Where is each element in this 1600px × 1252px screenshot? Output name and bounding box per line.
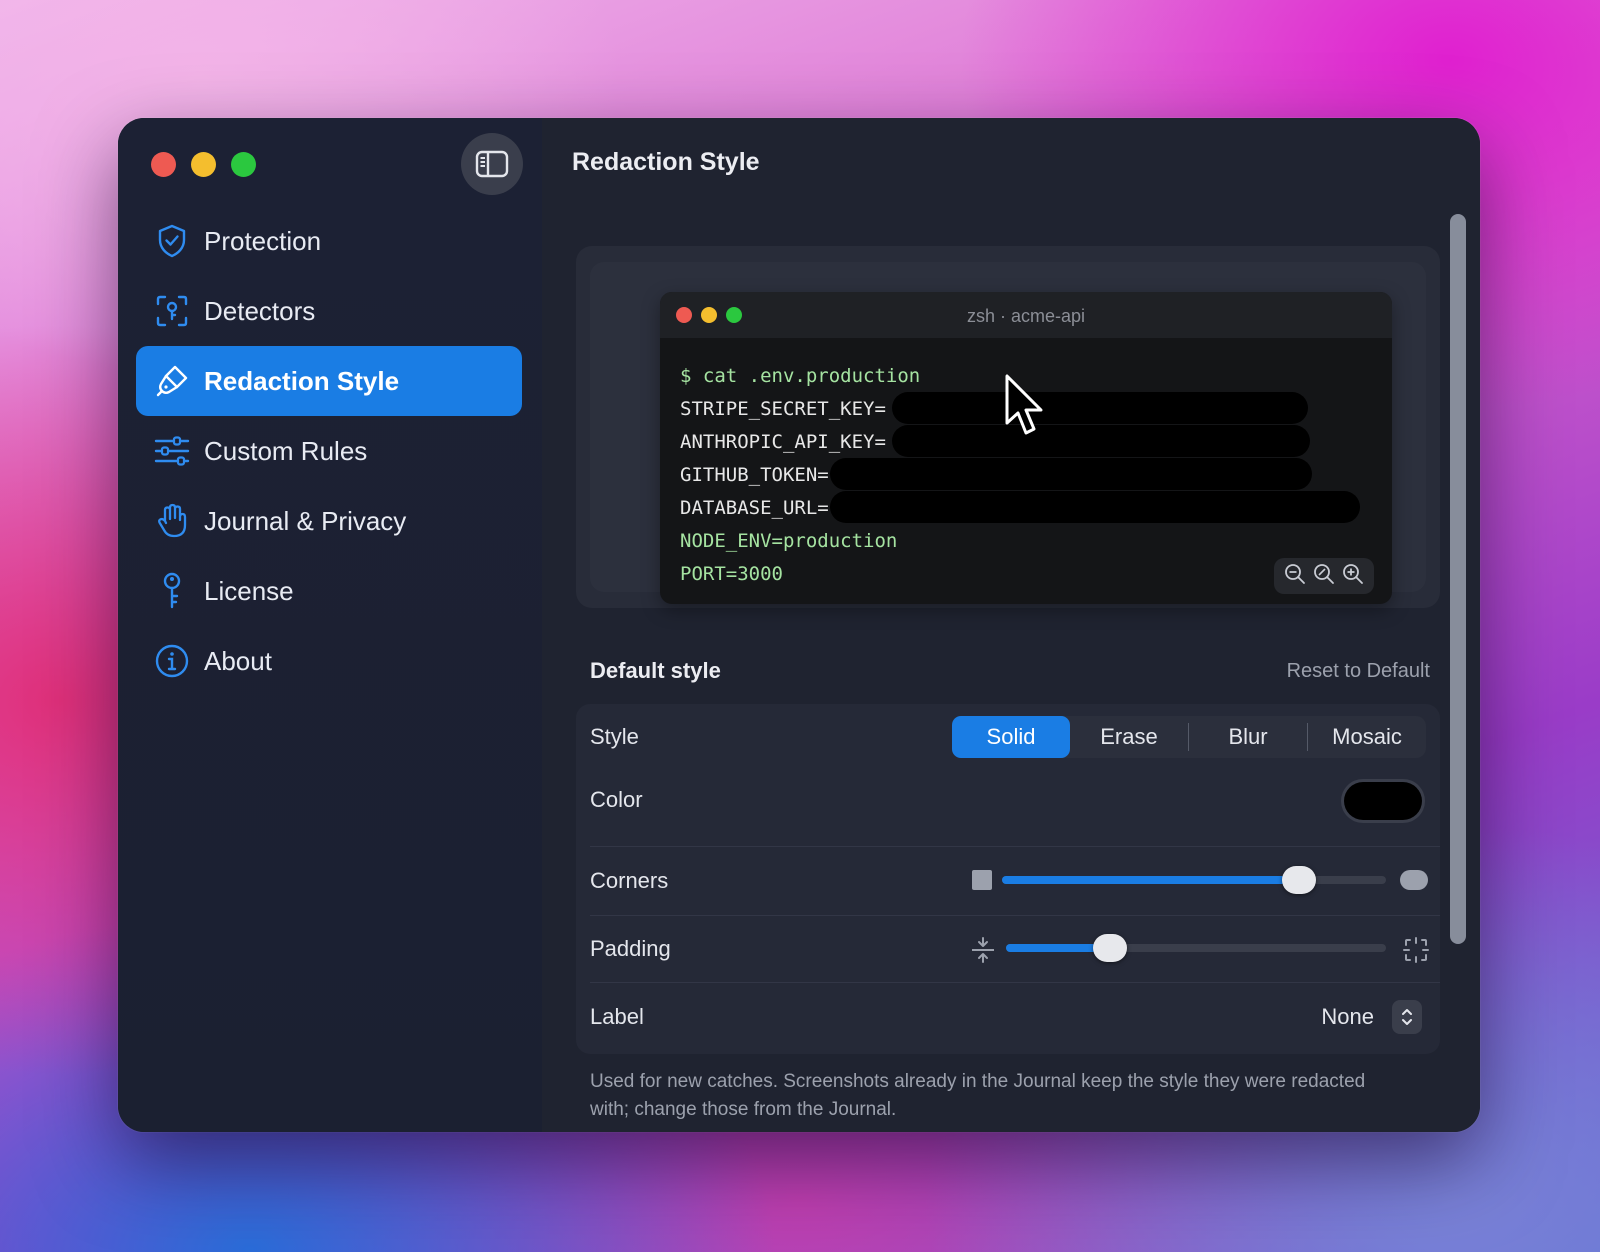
style-option-erase[interactable]: Erase xyxy=(1070,716,1188,758)
slider-thumb[interactable] xyxy=(1282,866,1316,894)
color-row: Color xyxy=(576,764,1440,836)
sidebar-item-license[interactable]: License xyxy=(136,556,522,626)
rounded-corner-icon xyxy=(1400,870,1428,890)
style-segmented-control: Solid Erase Blur Mosaic xyxy=(952,716,1426,758)
zoom-out-icon[interactable] xyxy=(1284,563,1306,590)
label-value: None xyxy=(1321,1004,1374,1029)
mouse-pointer-icon xyxy=(1004,373,1048,444)
zoom-controls xyxy=(1274,558,1374,594)
main-panel: Redaction Style zsh · acme-api $ cat .en… xyxy=(542,118,1480,1132)
page-title: Redaction Style xyxy=(572,148,760,176)
style-label: Style xyxy=(590,724,639,749)
redaction-box xyxy=(892,425,1310,457)
key-icon xyxy=(154,572,190,609)
sidebar-item-redaction-style[interactable]: Redaction Style xyxy=(136,346,522,416)
corners-slider[interactable] xyxy=(1002,860,1386,900)
settings-group: Style Solid Erase Blur Mosaic Color Corn… xyxy=(576,704,1440,1054)
sidebar-item-custom-rules[interactable]: Custom Rules xyxy=(136,416,522,486)
chevron-up-down-icon xyxy=(1392,1000,1422,1034)
corners-label: Corners xyxy=(590,868,669,893)
default-style-header: Default style Reset to Default xyxy=(590,658,1430,684)
sidebar-item-label: Redaction Style xyxy=(204,365,400,396)
padding-expand-icon xyxy=(1402,936,1430,969)
padding-tight-icon xyxy=(970,936,996,969)
padding-slider[interactable] xyxy=(1006,928,1386,968)
label-label: Label xyxy=(590,1004,644,1029)
redaction-box xyxy=(892,392,1308,424)
zoom-window-button[interactable] xyxy=(231,152,256,177)
slider-fill xyxy=(1002,876,1299,884)
color-well[interactable] xyxy=(1344,782,1422,820)
section-title: Default style xyxy=(590,658,721,683)
footnote-text: Used for new catches. Screenshots alread… xyxy=(590,1071,1366,1120)
padding-label: Padding xyxy=(590,936,671,961)
terminal-titlebar: zsh · acme-api xyxy=(660,292,1392,338)
square-corner-icon xyxy=(972,870,992,890)
color-label: Color xyxy=(590,787,643,812)
sidebar-item-label: Custom Rules xyxy=(204,435,368,466)
style-row: Style Solid Erase Blur Mosaic xyxy=(576,710,1440,764)
terminal-preview: zsh · acme-api $ cat .env.production STR… xyxy=(660,292,1392,604)
sidebar-item-protection[interactable]: Protection xyxy=(136,206,522,276)
reset-to-default-button[interactable]: Reset to Default xyxy=(1287,660,1430,683)
label-row: Label None xyxy=(576,983,1440,1051)
sidebar-toggle-button[interactable] xyxy=(461,133,523,195)
sidebar: Protection Detectors Redaction Style Cus… xyxy=(118,118,542,1132)
close-window-button[interactable] xyxy=(151,152,176,177)
sidebar-item-label: Journal & Privacy xyxy=(204,505,407,536)
sidebar-item-label: License xyxy=(204,575,294,606)
terminal-title: zsh · acme-api xyxy=(966,306,1086,326)
style-option-solid[interactable]: Solid xyxy=(952,716,1070,758)
sidebar-item-journal-privacy[interactable]: Journal & Privacy xyxy=(136,486,522,556)
redaction-box xyxy=(830,458,1312,490)
zoom-reset-icon[interactable] xyxy=(1313,563,1335,590)
style-option-mosaic[interactable]: Mosaic xyxy=(1308,716,1426,758)
sidebar-nav: Protection Detectors Redaction Style Cus… xyxy=(136,206,522,696)
sidebar-item-label: About xyxy=(204,645,272,676)
redaction-box xyxy=(830,491,1360,523)
shield-check-icon xyxy=(154,223,190,259)
paintbrush-icon xyxy=(154,363,190,399)
sliders-icon xyxy=(154,433,190,469)
zoom-in-icon[interactable] xyxy=(1342,563,1364,590)
sidebar-item-label: Protection xyxy=(204,225,322,256)
sidebar-item-detectors[interactable]: Detectors xyxy=(136,276,522,346)
scan-key-icon xyxy=(154,293,190,329)
info-icon xyxy=(154,643,190,679)
hand-icon xyxy=(154,503,190,539)
slider-thumb[interactable] xyxy=(1093,934,1127,962)
window-controls xyxy=(151,152,256,177)
label-popup-button[interactable]: None xyxy=(1321,1000,1422,1034)
sidebar-item-label: Detectors xyxy=(204,295,316,326)
terminal-line: NODE_ENV=production xyxy=(680,530,898,552)
sidebar-toggle-icon xyxy=(475,150,509,178)
style-option-blur[interactable]: Blur xyxy=(1189,716,1307,758)
app-window: Protection Detectors Redaction Style Cus… xyxy=(118,118,1480,1132)
sidebar-item-about[interactable]: About xyxy=(136,626,522,696)
scrollbar[interactable] xyxy=(1450,214,1466,944)
minimize-window-button[interactable] xyxy=(191,152,216,177)
